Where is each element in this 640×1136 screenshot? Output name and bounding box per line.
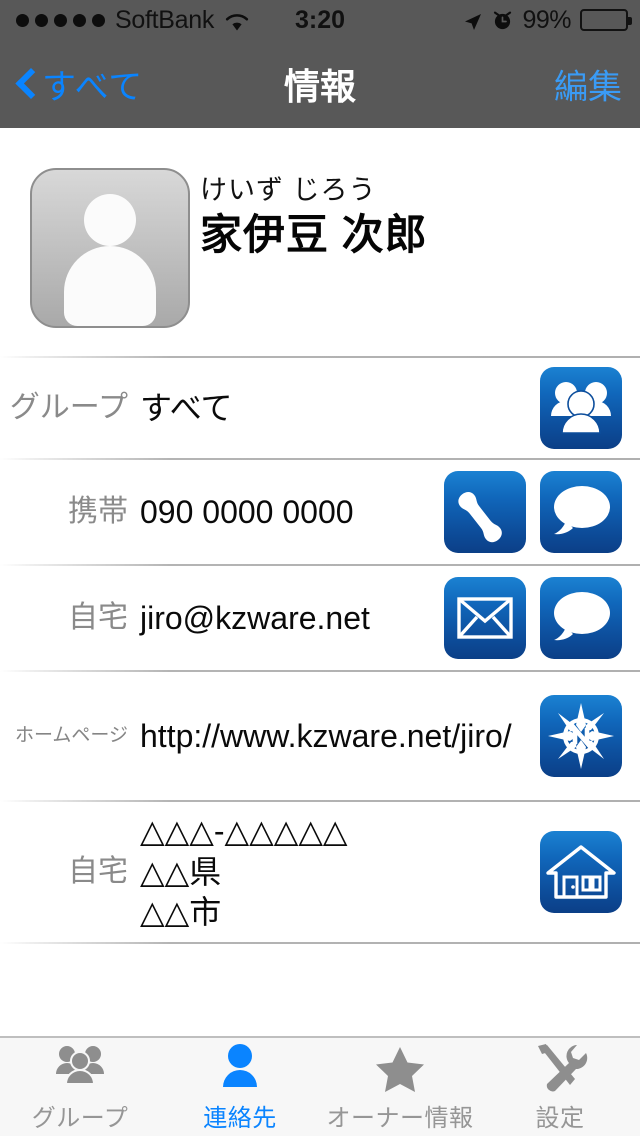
field-label: グループ: [9, 391, 128, 424]
tab-label: 連絡先: [203, 1104, 277, 1132]
field-actions: [540, 695, 640, 777]
compass-icon[interactable]: [540, 695, 622, 777]
field-label: 自宅: [68, 855, 128, 888]
house-icon[interactable]: [540, 831, 622, 913]
message-icon[interactable]: [540, 577, 622, 659]
battery-percent-label: 99%: [522, 5, 571, 34]
field-actions: [444, 577, 640, 659]
row-separator: [0, 942, 640, 944]
field-label: ホームページ: [14, 724, 128, 746]
contact-name-kana: けいず じろう: [200, 175, 377, 205]
person-placeholder-icon: [84, 194, 136, 246]
field-label: 自宅: [68, 601, 128, 634]
status-bar: SoftBank 3:20 99%: [0, 0, 640, 40]
tab-owner-info[interactable]: オーナー情報: [320, 1038, 480, 1136]
status-bar-right: 99%: [463, 5, 632, 35]
field-value: 090 0000 0000: [140, 493, 354, 530]
group-people-icon: [51, 1042, 109, 1094]
field-value: すべて: [140, 389, 233, 426]
page-title: 情報: [283, 66, 356, 107]
field-value: △△△-△△△△△ △△県 △△市: [140, 812, 348, 931]
tab-settings[interactable]: 設定: [480, 1038, 640, 1136]
message-icon[interactable]: [540, 471, 622, 553]
navigation-bar: すべて 情報 編集: [0, 40, 640, 128]
tab-label: オーナー情報: [326, 1104, 474, 1132]
contact-fields: グループ すべて 携帯 090 0000 0000 自宅 jiro@kzware…: [0, 356, 640, 944]
person-icon: [211, 1042, 269, 1094]
field-row-group[interactable]: グループ すべて: [0, 358, 640, 458]
tab-groups[interactable]: グループ: [0, 1038, 160, 1136]
field-value: jiro@kzware.net: [140, 599, 370, 636]
field-actions: [540, 367, 640, 449]
alarm-clock-icon: [492, 9, 513, 31]
tab-contacts[interactable]: 連絡先: [160, 1038, 320, 1136]
field-row-mobile-phone[interactable]: 携帯 090 0000 0000: [0, 460, 640, 564]
star-icon: [371, 1042, 429, 1094]
avatar[interactable]: [30, 168, 190, 328]
contact-detail-screen: SoftBank 3:20 99% すべて 情報 編集 けいず じろう 家伊豆 …: [0, 0, 640, 1136]
field-row-homepage[interactable]: ホームページ http://www.kzware.net/jiro/: [0, 672, 640, 800]
contact-name: 家伊豆 次郎: [200, 210, 428, 258]
phone-icon[interactable]: [444, 471, 526, 553]
tab-label: 設定: [535, 1104, 585, 1132]
field-actions: [540, 831, 640, 913]
edit-button[interactable]: 編集: [554, 60, 622, 109]
location-arrow-icon: [463, 10, 483, 30]
group-icon[interactable]: [540, 367, 622, 449]
contact-name-block: けいず じろう 家伊豆 次郎: [200, 175, 428, 261]
field-label: 携帯: [68, 495, 128, 528]
tab-bar: グループ 連絡先 オーナー情報 設定: [0, 1036, 640, 1136]
field-value: http://www.kzware.net/jiro/: [140, 717, 512, 754]
contact-header: けいず じろう 家伊豆 次郎: [0, 128, 640, 356]
field-row-home-email[interactable]: 自宅 jiro@kzware.net: [0, 566, 640, 670]
tab-label: グループ: [31, 1104, 129, 1132]
field-actions: [444, 471, 640, 553]
tools-icon: [531, 1042, 589, 1094]
person-placeholder-body: [64, 246, 156, 326]
mail-icon[interactable]: [444, 577, 526, 659]
battery-full-icon: [580, 9, 632, 31]
field-row-home-address[interactable]: 自宅 △△△-△△△△△ △△県 △△市: [0, 802, 640, 942]
